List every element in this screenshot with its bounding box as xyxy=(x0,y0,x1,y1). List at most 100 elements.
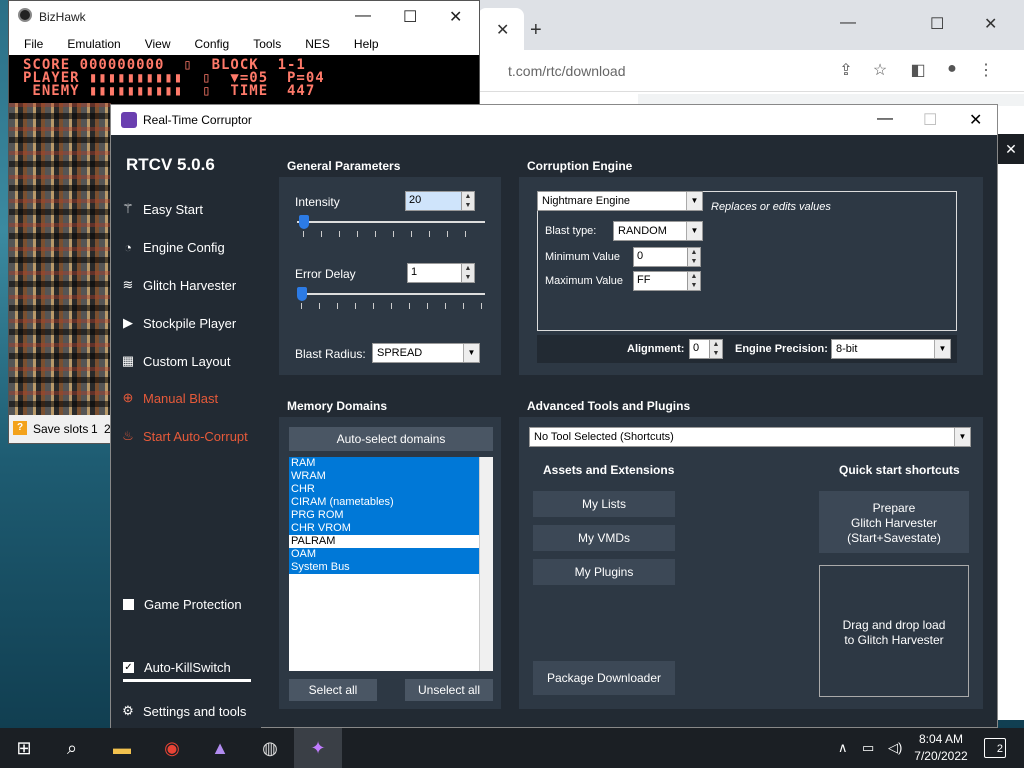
min-value-input[interactable]: 0 xyxy=(633,247,689,267)
intensity-input[interactable]: 20 xyxy=(405,191,463,211)
sidebar-item-auto-corrupt[interactable]: ♨ Start Auto-Corrupt xyxy=(121,424,261,448)
my-plugins-button[interactable]: My Plugins xyxy=(533,559,675,585)
tray-chevron-icon[interactable]: ∧ xyxy=(838,728,848,768)
bizhawk-minimize-button[interactable]: — xyxy=(355,7,371,25)
chrome-minimize-button[interactable]: — xyxy=(840,14,856,32)
clock-date[interactable]: 7/20/2022 xyxy=(912,749,970,763)
precision-select[interactable]: 8-bit ▼ xyxy=(831,339,951,359)
error-delay-input[interactable]: 1 xyxy=(407,263,463,283)
bizhawk-maximize-button[interactable]: ☐ xyxy=(403,7,417,27)
tool-select[interactable]: No Tool Selected (Shortcuts) ▼ xyxy=(529,427,971,447)
menu-emulation[interactable]: Emulation xyxy=(52,33,129,55)
bizhawk-close-button[interactable]: ✕ xyxy=(449,7,462,27)
notification-center-button[interactable]: 2 xyxy=(984,738,1006,758)
list-item[interactable]: CIRAM (nametables) xyxy=(289,496,493,509)
rtc-sidebar: RTCV 5.0.6 ⚚ Easy Start ◔ Engine Config ≋ G… xyxy=(111,135,261,729)
wand-icon: ⚚ xyxy=(122,201,134,216)
menu-nes[interactable]: NES xyxy=(290,33,339,55)
max-value-spinner[interactable]: ▲ ▼ xyxy=(687,271,701,291)
tab-close-icon[interactable]: ✕ xyxy=(496,20,509,40)
file-explorer-icon[interactable]: ▬ xyxy=(98,728,146,768)
volume-icon[interactable]: ◁) xyxy=(888,728,902,768)
network-icon[interactable]: ▭ xyxy=(862,728,874,768)
list-item[interactable]: OAM xyxy=(289,548,493,561)
save-slot-1[interactable]: 1 xyxy=(91,422,98,436)
game-protection-checkbox[interactable]: Game Protection xyxy=(121,592,261,616)
panel-header: Corruption Engine xyxy=(519,151,983,177)
intensity-slider-knob[interactable] xyxy=(299,215,309,229)
advanced-tools-panel: Advanced Tools and Plugins No Tool Selec… xyxy=(519,391,983,709)
search-icon[interactable]: ⌕ xyxy=(48,728,96,768)
intensity-spinner[interactable]: ▲ ▼ xyxy=(461,191,475,211)
my-vmds-button[interactable]: My VMDs xyxy=(533,525,675,551)
rtc-maximize-button[interactable]: ☐ xyxy=(923,110,937,130)
bizhawk-icon[interactable]: ◍ xyxy=(246,728,294,768)
blast-type-select[interactable]: RANDOM ▼ xyxy=(613,221,703,241)
my-lists-button[interactable]: My Lists xyxy=(533,491,675,517)
rtc-launcher-icon[interactable]: ▲ xyxy=(196,728,244,768)
sidebar-item-engine-config[interactable]: ◔ Engine Config xyxy=(121,235,261,259)
auto-select-domains-button[interactable]: Auto-select domains xyxy=(289,427,493,451)
sidebar-item-stockpile-player[interactable]: ▶ Stockpile Player xyxy=(121,311,261,335)
share-icon[interactable]: ⇪ xyxy=(834,60,858,80)
side-panel-icon[interactable]: ◧ xyxy=(906,60,930,80)
chrome-icon[interactable]: ◉ xyxy=(148,728,196,768)
alignment-input[interactable]: 0 xyxy=(689,339,711,359)
layers-icon: ≋ xyxy=(122,277,134,292)
game-protection-label: Game Protection xyxy=(144,596,242,612)
blast-radius-select[interactable]: SPREAD ▼ xyxy=(372,343,480,363)
max-value-input[interactable]: FF xyxy=(633,271,689,291)
chrome-close-button[interactable]: ✕ xyxy=(984,14,997,34)
error-delay-slider-track[interactable] xyxy=(297,293,485,295)
unselect-all-button[interactable]: Unselect all xyxy=(405,679,493,701)
list-item[interactable]: PRG ROM xyxy=(289,509,493,522)
menu-config[interactable]: Config xyxy=(180,33,239,55)
address-bar[interactable]: t.com/rtc/download xyxy=(508,63,626,79)
chevron-down-icon: ▼ xyxy=(463,344,479,362)
list-item[interactable]: CHR VROM xyxy=(289,522,493,535)
taskbar: ⊞ ⌕ ▬ ◉ ▲ ◍ ✦ ∧ ▭ ◁) 8:04 AM 7/20/2022 2 xyxy=(0,728,1024,768)
domain-list-scrollbar[interactable] xyxy=(479,457,493,671)
alignment-spinner[interactable]: ▲ ▼ xyxy=(709,339,723,359)
min-value-spinner[interactable]: ▲ ▼ xyxy=(687,247,701,267)
new-tab-button[interactable]: + xyxy=(530,20,542,40)
menu-tools[interactable]: Tools xyxy=(238,33,290,55)
overlay-close-icon[interactable]: ✕ xyxy=(998,134,1024,164)
error-delay-spinner[interactable]: ▲ ▼ xyxy=(461,263,475,283)
engine-select[interactable]: Nightmare Engine ▼ xyxy=(537,191,703,211)
list-item[interactable]: System Bus xyxy=(289,561,493,574)
tool-select-value: No Tool Selected (Shortcuts) xyxy=(534,431,674,443)
menu-file[interactable]: File xyxy=(9,33,52,55)
windows-start-icon[interactable]: ⊞ xyxy=(0,728,48,768)
chrome-maximize-button[interactable]: ☐ xyxy=(930,14,944,34)
sidebar-item-easy-start[interactable]: ⚚ Easy Start xyxy=(121,197,261,221)
engine-description: Replaces or edits values xyxy=(711,201,831,213)
auto-killswitch-checkbox[interactable]: ✓ Auto-KillSwitch xyxy=(121,655,261,679)
domain-list[interactable]: RAM WRAM CHR CIRAM (nametables) PRG ROM … xyxy=(289,457,493,671)
rtc-taskbar-icon[interactable]: ✦ xyxy=(294,728,342,768)
settings-button[interactable]: ⚙ Settings and tools xyxy=(121,699,266,723)
chrome-menu-icon[interactable]: ⋮ xyxy=(974,60,998,80)
sidebar-item-custom-layout[interactable]: ▦ Custom Layout xyxy=(121,349,261,373)
chevron-down-icon: ▼ xyxy=(934,340,950,358)
profile-icon[interactable]: ● xyxy=(940,60,964,78)
list-item[interactable]: RAM xyxy=(289,457,493,470)
error-delay-slider-knob[interactable] xyxy=(297,287,307,301)
drag-drop-zone[interactable]: Drag and drop load to Glitch Harvester xyxy=(819,565,969,697)
rtc-close-button[interactable]: ✕ xyxy=(969,110,982,130)
list-item[interactable]: WRAM xyxy=(289,470,493,483)
fire-icon: ♨ xyxy=(122,428,134,443)
rtc-minimize-button[interactable]: — xyxy=(877,110,893,128)
clock-time[interactable]: 8:04 AM xyxy=(912,732,970,746)
select-all-button[interactable]: Select all xyxy=(289,679,377,701)
bookmark-star-icon[interactable]: ☆ xyxy=(868,60,892,80)
prepare-glitch-harvester-button[interactable]: Prepare Glitch Harvester (Start+Savestat… xyxy=(819,491,969,553)
sidebar-item-glitch-harvester[interactable]: ≋ Glitch Harvester xyxy=(121,273,261,297)
list-item[interactable]: CHR xyxy=(289,483,493,496)
intensity-slider-track[interactable] xyxy=(297,221,485,223)
menu-view[interactable]: View xyxy=(130,33,180,55)
sidebar-item-manual-blast[interactable]: ⊕ Manual Blast xyxy=(121,386,261,410)
package-downloader-button[interactable]: Package Downloader xyxy=(533,661,675,695)
list-item[interactable]: PALRAM xyxy=(289,535,493,548)
menu-help[interactable]: Help xyxy=(339,33,388,55)
